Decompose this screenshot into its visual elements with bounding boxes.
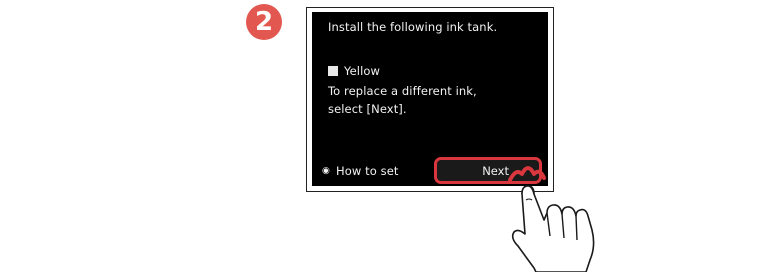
- replace-instruction-line2: select [Next].: [328, 102, 407, 116]
- hand-pointer-icon: [508, 166, 595, 272]
- how-to-set-button[interactable]: ◉ How to set: [322, 164, 398, 178]
- how-to-set-label: How to set: [335, 164, 399, 178]
- howto-icon: ◉: [322, 166, 330, 176]
- ink-color-swatch-icon: [328, 66, 338, 76]
- ink-color-label: Yellow: [344, 64, 381, 78]
- tap-indicator-icon: [508, 166, 546, 182]
- step-number-badge: 2: [246, 4, 282, 40]
- ink-item: Yellow: [328, 64, 380, 78]
- replace-instruction-line1: To replace a different ink,: [328, 84, 477, 98]
- instruction-text: Install the following ink tank.: [328, 20, 498, 34]
